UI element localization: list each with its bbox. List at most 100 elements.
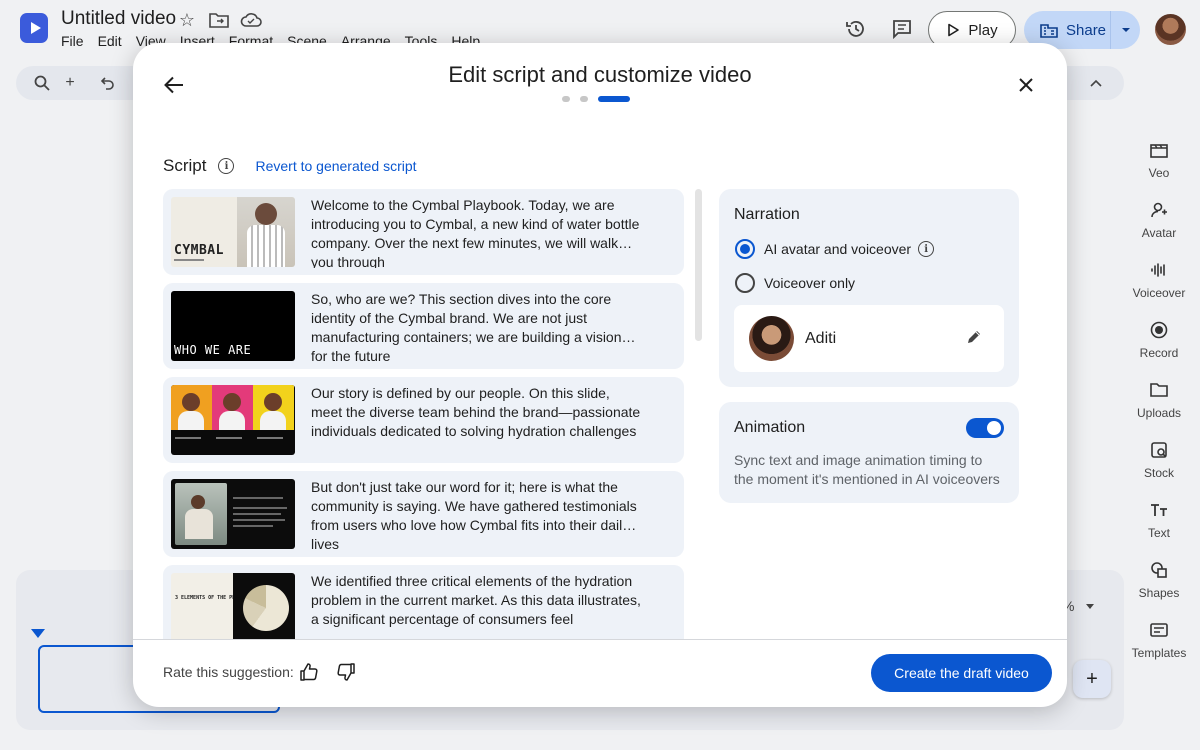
rail-label-templates: Templates (1131, 646, 1187, 660)
team-photo-2 (212, 385, 253, 430)
footer-divider (133, 639, 1067, 640)
thumbnail-tagline (174, 259, 204, 261)
animation-description: Sync text and image animation timing to … (734, 452, 1000, 487)
scene-script-text-1[interactable]: Welcome to the Cymbal Playbook. Today, w… (311, 196, 641, 268)
rail-item-uploads[interactable]: Uploads (1124, 380, 1194, 440)
animation-panel: Animation Sync text and image animation … (719, 402, 1019, 503)
menu-file[interactable]: File (61, 33, 84, 49)
scene-card-1[interactable]: CYMBAL Welcome to the Cymbal Playbook. T… (163, 189, 684, 275)
close-button[interactable] (1013, 72, 1039, 98)
scene-card-3[interactable]: Our story is defined by our people. On t… (163, 377, 684, 463)
move-folder-icon[interactable] (208, 9, 230, 31)
team-photo-1 (171, 385, 212, 430)
scene-script-text-5[interactable]: We identified three critical elements of… (311, 572, 641, 640)
rail-label-uploads: Uploads (1136, 406, 1182, 420)
thumbnail-pie-chart (243, 585, 289, 631)
rail-item-templates[interactable]: Templates (1124, 620, 1194, 680)
user-avatar[interactable] (1155, 14, 1186, 45)
comments-icon[interactable] (891, 18, 913, 40)
radio-button-unchecked[interactable] (735, 273, 755, 293)
dialog-title: Edit script and customize video (448, 62, 752, 87)
pencil-icon[interactable] (966, 329, 984, 347)
radio-ai-avatar-voiceover[interactable]: AI avatar and voiceover i (735, 239, 935, 259)
script-scene-list: CYMBAL Welcome to the Cymbal Playbook. T… (163, 189, 684, 640)
playhead-marker[interactable] (31, 629, 45, 638)
search-icon[interactable] (32, 73, 52, 93)
narration-info-icon[interactable]: i (918, 241, 935, 257)
narration-title: Narration (734, 206, 800, 223)
rail-item-veo[interactable]: Veo (1124, 140, 1194, 200)
zoom-dropdown-icon[interactable] (1086, 604, 1094, 609)
script-label: Script (163, 156, 207, 175)
cloud-saved-icon[interactable] (240, 9, 262, 31)
rail-item-text[interactable]: Text (1124, 500, 1194, 560)
collapse-toolbar-icon[interactable] (1086, 73, 1106, 93)
thumbnail-heading-text: WHO WE ARE (174, 343, 252, 357)
animation-toggle[interactable] (966, 418, 1004, 438)
radio-button-checked[interactable] (735, 239, 755, 259)
menu-edit[interactable]: Edit (98, 33, 122, 49)
rail-item-shapes[interactable]: Shapes (1124, 560, 1194, 620)
rail-label-stock: Stock (1143, 466, 1174, 480)
rail-item-stock[interactable]: Stock (1124, 440, 1194, 500)
app-logo-icon[interactable] (20, 13, 48, 43)
scene-script-text-2[interactable]: So, who are we? This section dives into … (311, 290, 641, 362)
thumbnail-line (233, 497, 283, 499)
step-indicator (562, 96, 630, 102)
rail-label-record: Record (1139, 346, 1179, 360)
scene-card-5[interactable]: 3 ELEMENTS OF THE PROBLEM We identified … (163, 565, 684, 640)
thumbs-up-icon[interactable] (299, 662, 321, 684)
scene-card-4[interactable]: But don't just take our word for it; her… (163, 471, 684, 557)
side-panel-rail: Veo Avatar Voiceover Record Uploads Stoc… (1124, 140, 1194, 680)
share-dropdown-icon[interactable] (1111, 27, 1140, 33)
voice-avatar (749, 316, 794, 361)
rate-suggestion-label: Rate this suggestion: (163, 664, 294, 680)
play-label: Play (968, 21, 998, 39)
folder-icon (1149, 380, 1169, 400)
create-draft-video-button[interactable]: Create the draft video (871, 654, 1052, 692)
thumbnail-photo (237, 197, 295, 267)
thumbnail-line (233, 519, 285, 521)
scene-script-text-4[interactable]: But don't just take our word for it; her… (311, 478, 641, 550)
version-history-icon[interactable] (845, 18, 867, 40)
thumbnail-caption (257, 437, 283, 439)
step-dot-3-active (598, 96, 630, 102)
add-scene-button[interactable]: + (1073, 660, 1111, 698)
play-icon (948, 23, 960, 37)
step-dot-2 (580, 96, 588, 102)
rail-item-voiceover[interactable]: Voiceover (1124, 260, 1194, 320)
radio-label-ai-avatar: AI avatar and voiceover (764, 241, 912, 257)
radio-voiceover-only[interactable]: Voiceover only (735, 273, 855, 293)
scene-script-text-3[interactable]: Our story is defined by our people. On t… (311, 384, 641, 456)
revert-script-link[interactable]: Revert to generated script (255, 158, 416, 174)
thumbnail-brand-text: CYMBAL (174, 243, 224, 258)
add-icon[interactable]: + (60, 73, 80, 93)
shapes-icon (1149, 560, 1169, 580)
rail-label-voiceover: Voiceover (1132, 286, 1186, 300)
text-icon (1149, 500, 1169, 520)
veo-icon (1149, 140, 1169, 160)
stock-icon (1149, 440, 1169, 460)
document-title[interactable]: Untitled video (61, 8, 176, 30)
thumbs-down-icon[interactable] (336, 662, 358, 684)
selected-voice-card[interactable]: Aditi (734, 305, 1004, 372)
share-label: Share (1066, 21, 1107, 39)
radio-label-voiceover-only: Voiceover only (764, 275, 856, 291)
undo-icon[interactable] (98, 73, 118, 93)
script-info-icon[interactable]: i (218, 158, 235, 174)
scene-thumbnail-4 (171, 479, 295, 549)
thumbnail-line (233, 507, 287, 509)
scene-list-scrollbar[interactable] (695, 189, 702, 341)
scene-thumbnail-2: WHO WE ARE (171, 291, 295, 361)
close-icon (1019, 78, 1033, 92)
testimonial-photo (175, 483, 227, 545)
edit-script-dialog: Edit script and customize video Script i… (133, 43, 1067, 707)
avatar-icon (1149, 200, 1169, 220)
star-icon[interactable]: ☆ (176, 9, 198, 31)
rail-item-record[interactable]: Record (1124, 320, 1194, 380)
templates-icon (1149, 620, 1169, 640)
rail-item-avatar[interactable]: Avatar (1124, 200, 1194, 260)
voiceover-icon (1149, 260, 1169, 280)
scene-card-2[interactable]: WHO WE ARE So, who are we? This section … (163, 283, 684, 369)
thumbnail-line (233, 525, 273, 527)
